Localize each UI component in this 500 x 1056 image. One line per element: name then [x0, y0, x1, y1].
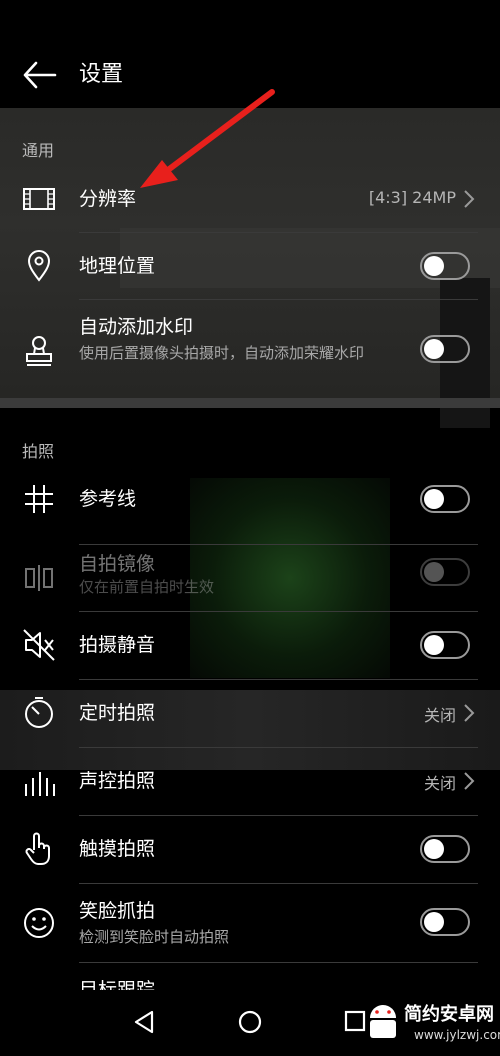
- setting-location[interactable]: 地理位置: [0, 233, 500, 299]
- watermark-url: www.jylzwj.com: [414, 1028, 500, 1042]
- back-triangle-icon[interactable]: [126, 1004, 162, 1040]
- grid-icon: [25, 485, 53, 513]
- setting-resolution[interactable]: 分辨率 [4:3] 24MP: [0, 166, 500, 232]
- chevron-right-icon: [464, 704, 475, 722]
- smile-face-icon: [24, 908, 54, 938]
- setting-label: 定时拍照: [79, 702, 156, 724]
- stamp-icon: [26, 336, 52, 366]
- location-pin-icon: [27, 250, 51, 282]
- app-header: 设置: [0, 40, 500, 112]
- timer-icon: [25, 697, 53, 728]
- setting-label: 拍摄静音: [79, 634, 156, 656]
- setting-voice[interactable]: 声控拍照 关闭: [0, 748, 500, 814]
- setting-touch[interactable]: 触摸拍照: [0, 816, 500, 882]
- watermark-toggle[interactable]: [420, 335, 470, 363]
- chevron-right-icon: [464, 772, 475, 790]
- film-frame-icon: [23, 188, 55, 210]
- setting-description: 检测到笑脸时自动拍照: [79, 928, 230, 946]
- setting-timer[interactable]: 定时拍照 关闭: [0, 680, 500, 746]
- setting-label: 分辨率: [79, 188, 137, 210]
- speaker-mute-icon: [23, 629, 55, 661]
- setting-label: 笑脸抓拍: [79, 900, 156, 922]
- android-logo-icon: [370, 1005, 396, 1038]
- setting-label: 触摸拍照: [79, 838, 156, 860]
- setting-value: 关闭: [423, 774, 456, 793]
- section-header-general: 通用: [22, 141, 55, 160]
- home-circle-icon[interactable]: [232, 1004, 268, 1040]
- setting-label: 参考线: [79, 488, 137, 510]
- setting-tracking[interactable]: 目标跟踪: [0, 963, 500, 990]
- section-header-photo: 拍照: [22, 442, 55, 461]
- setting-label: 自动添加水印: [79, 316, 194, 338]
- mirror-toggle[interactable]: [420, 558, 470, 586]
- setting-value: [4:3] 24MP: [368, 188, 456, 207]
- setting-mute[interactable]: 拍摄静音: [0, 612, 500, 678]
- sound-bars-icon: [25, 772, 55, 796]
- touch-hand-icon: [25, 832, 50, 865]
- setting-smile[interactable]: 笑脸抓拍 检测到笑脸时自动拍照: [0, 884, 500, 962]
- setting-watermark[interactable]: 自动添加水印 使用后置摄像头拍摄时，自动添加荣耀水印: [0, 300, 500, 398]
- setting-label: 声控拍照: [79, 770, 156, 792]
- setting-label: 地理位置: [79, 255, 156, 277]
- back-arrow-icon[interactable]: [22, 60, 58, 90]
- watermark-text: 简约安卓网: [404, 1004, 494, 1025]
- location-toggle[interactable]: [420, 252, 470, 280]
- chevron-right-icon: [464, 190, 475, 208]
- setting-label: 自拍镜像: [79, 553, 156, 575]
- setting-description: 使用后置摄像头拍摄时，自动添加荣耀水印: [79, 344, 365, 362]
- site-watermark-logo: 简约安卓网 www.jylzwj.com: [364, 996, 500, 1052]
- smile-toggle[interactable]: [420, 908, 470, 936]
- setting-description: 仅在前置自拍时生效: [79, 578, 215, 596]
- setting-mirror[interactable]: 自拍镜像 仅在前置自拍时生效: [0, 545, 500, 611]
- setting-grid[interactable]: 参考线: [0, 466, 500, 532]
- setting-label: 目标跟踪: [79, 979, 156, 990]
- setting-value: 关闭: [423, 706, 456, 725]
- page-title: 设置: [79, 62, 124, 87]
- grid-toggle[interactable]: [420, 485, 470, 513]
- mute-toggle[interactable]: [420, 631, 470, 659]
- touch-toggle[interactable]: [420, 835, 470, 863]
- mirror-icon: [25, 565, 53, 591]
